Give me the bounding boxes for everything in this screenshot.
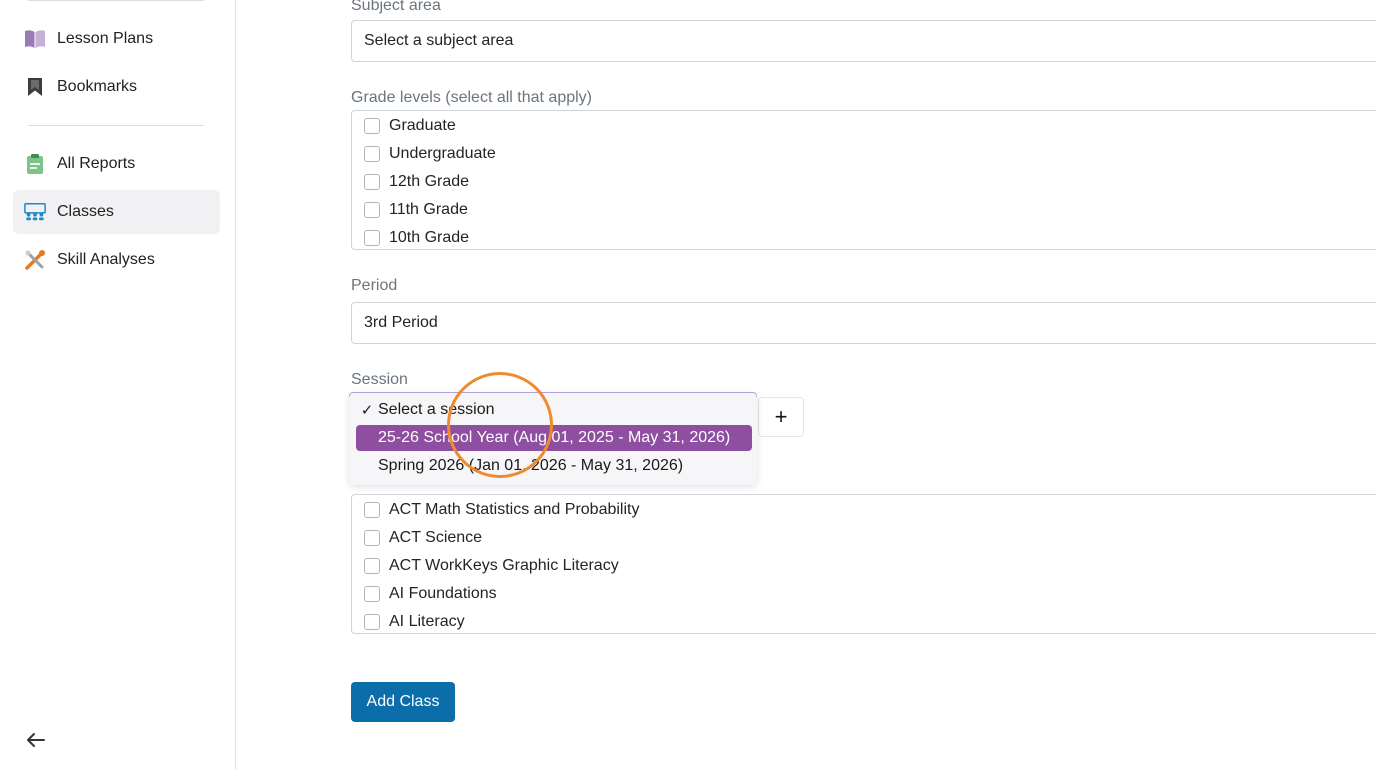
sidebar-item-label: Skill Analyses — [57, 251, 155, 268]
sidebar-item-classes[interactable]: Classes — [13, 190, 220, 234]
learning-path-option[interactable]: ACT Math Statistics and Probability — [364, 498, 639, 522]
session-label: Session — [351, 371, 408, 388]
session-dropdown-menu: ✓ Select a session 25-26 School Year (Au… — [349, 393, 757, 485]
checkbox[interactable] — [364, 230, 380, 246]
add-class-button[interactable]: Add Class — [351, 682, 455, 722]
learning-path-option[interactable]: ACT Science — [364, 526, 482, 550]
sidebar: Lesson Plans Bookmarks All Reports Class… — [0, 0, 236, 770]
learning-path-option-label: AI Literacy — [389, 613, 465, 630]
grade-option[interactable]: 11th Grade — [364, 198, 468, 222]
learning-path-option-label: AI Foundations — [389, 585, 497, 602]
subject-area-label: Subject area — [351, 0, 441, 14]
learning-path-option[interactable]: ACT WorkKeys Graphic Literacy — [364, 554, 619, 578]
checkbox[interactable] — [364, 118, 380, 134]
checkbox[interactable] — [364, 614, 380, 630]
learning-path-option-label: ACT Math Statistics and Probability — [389, 501, 640, 518]
grade-option-label: 12th Grade — [389, 173, 470, 190]
sidebar-divider — [28, 125, 204, 126]
grade-option-label: Graduate — [389, 117, 456, 134]
grade-option-label: Undergraduate — [389, 145, 496, 162]
sidebar-item-lesson-plans[interactable]: Lesson Plans — [13, 17, 220, 61]
sidebar-item-label: Lesson Plans — [57, 30, 154, 47]
sidebar-item-all-reports[interactable]: All Reports — [13, 142, 220, 186]
subject-area-select[interactable]: Select a subject area — [351, 20, 1376, 62]
checkmark-icon: ✓ — [360, 402, 374, 419]
sidebar-item-bookmarks[interactable]: Bookmarks — [13, 65, 220, 109]
book-icon — [24, 28, 46, 50]
period-label: Period — [351, 277, 398, 294]
session-option-label: Select a session — [378, 401, 495, 418]
session-option-label: Spring 2026 (Jan 01, 2026 - May 31, 2026… — [378, 457, 684, 474]
tools-icon — [24, 249, 46, 271]
sidebar-item-skill-analyses[interactable]: Skill Analyses — [13, 238, 220, 282]
session-option-spring-2026[interactable]: Spring 2026 (Jan 01, 2026 - May 31, 2026… — [356, 453, 752, 479]
learning-path-option-label: ACT Science — [389, 529, 483, 546]
grade-option-label: 10th Grade — [389, 229, 470, 246]
grade-option[interactable]: Graduate — [364, 114, 456, 138]
checkbox[interactable] — [364, 502, 380, 518]
checkbox[interactable] — [364, 174, 380, 190]
collapse-sidebar-button[interactable] — [24, 731, 46, 753]
grade-levels-list: Graduate Undergraduate 12th Grade 11th G… — [351, 110, 1376, 250]
sidebar-item-label: All Reports — [57, 155, 136, 172]
learning-paths-list: ACT Math Statistics and Probability ACT … — [351, 494, 1376, 634]
checkbox[interactable] — [364, 558, 380, 574]
session-option-25-26[interactable]: 25-26 School Year (Aug 01, 2025 - May 31… — [356, 425, 752, 451]
arrow-left-icon — [25, 732, 45, 753]
learning-path-option[interactable]: AI Foundations — [364, 582, 497, 606]
period-input[interactable]: 3rd Period — [351, 302, 1376, 344]
checkbox[interactable] — [364, 530, 380, 546]
add-session-button[interactable]: + — [758, 397, 804, 437]
grade-levels-label: Grade levels (select all that apply) — [351, 89, 592, 106]
bookmark-icon — [24, 76, 46, 98]
classroom-icon — [24, 201, 46, 223]
sidebar-item-label: Bookmarks — [57, 78, 138, 95]
checkbox[interactable] — [364, 586, 380, 602]
sidebar-item-label: Classes — [57, 203, 114, 220]
grade-option[interactable]: Undergraduate — [364, 142, 496, 166]
session-option-placeholder[interactable]: ✓ Select a session — [356, 397, 752, 423]
session-option-label: 25-26 School Year (Aug 01, 2025 - May 31… — [378, 429, 731, 446]
grade-option-label: 11th Grade — [389, 201, 468, 218]
checkbox[interactable] — [364, 146, 380, 162]
learning-path-option-label: ACT WorkKeys Graphic Literacy — [389, 557, 619, 574]
clipboard-icon — [24, 153, 46, 175]
sidebar-divider-top — [28, 0, 204, 1]
grade-option[interactable]: 12th Grade — [364, 170, 469, 194]
checkbox[interactable] — [364, 202, 380, 218]
grade-option[interactable]: 10th Grade — [364, 226, 470, 249]
learning-path-option[interactable]: AI Literacy — [364, 610, 465, 633]
